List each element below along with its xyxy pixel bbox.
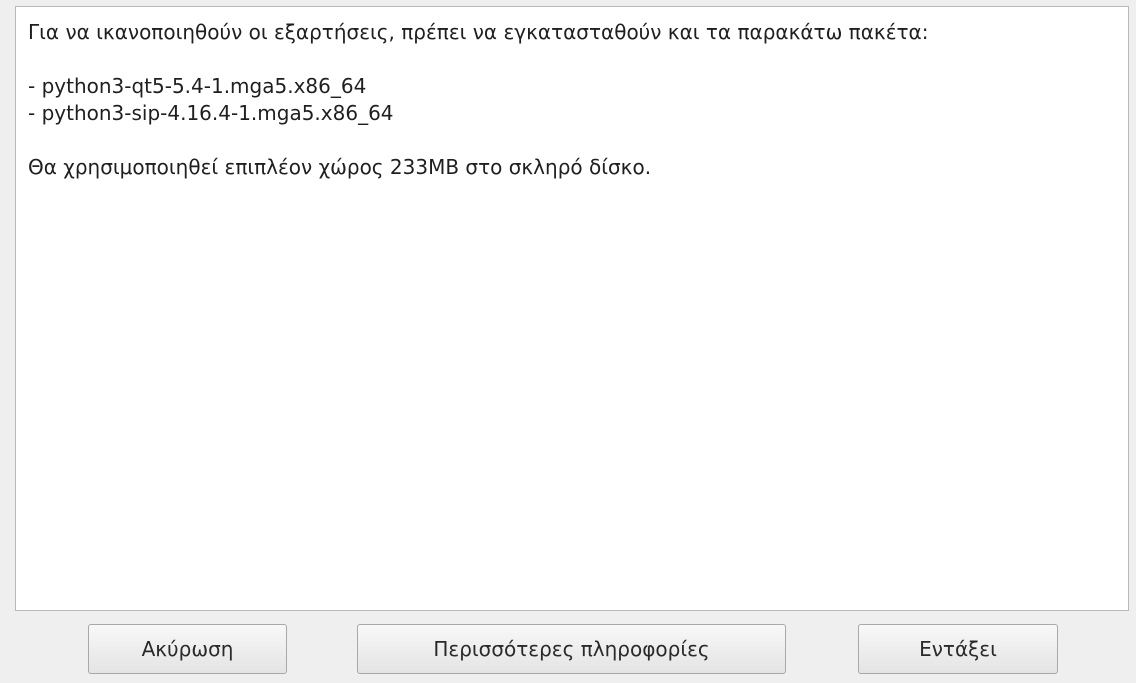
more-info-button[interactable]: Περισσότερες πληροφορίες: [357, 624, 786, 674]
message-text-area: Για να ικανοποιηθούν οι εξαρτήσεις, πρέπ…: [15, 6, 1129, 611]
disk-space-note: Θα χρησιμοποιηθεί επιπλέον χώρος 233MB σ…: [28, 155, 652, 179]
package-item-python3-qt5: - python3-qt5-5.4-1.mga5.x86_64: [28, 74, 367, 98]
cancel-button[interactable]: Ακύρωση: [88, 624, 287, 674]
dependencies-intro-text: Για να ικανοποιηθούν οι εξαρτήσεις, πρέπ…: [28, 20, 929, 44]
ok-button[interactable]: Εντάξει: [858, 624, 1058, 674]
dependencies-dialog: Για να ικανοποιηθούν οι εξαρτήσεις, πρέπ…: [0, 0, 1136, 683]
package-item-python3-sip: - python3-sip-4.16.4-1.mga5.x86_64: [28, 101, 394, 125]
package-list: - python3-qt5-5.4-1.mga5.x86_64 - python…: [28, 73, 1116, 127]
